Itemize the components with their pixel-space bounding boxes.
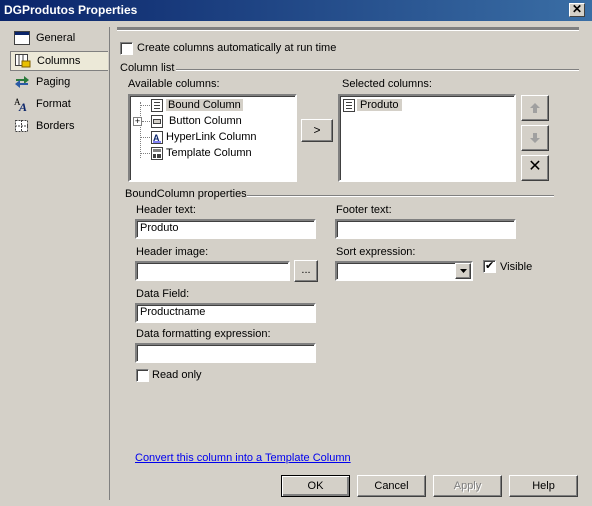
window-title: DGProdutos Properties: [4, 3, 138, 17]
sidebar-item-format[interactable]: AA Format: [10, 95, 108, 115]
sidebar-item-label: Format: [36, 98, 71, 110]
tree-branch: [140, 105, 150, 106]
sort-expression-label: Sort expression:: [336, 246, 416, 258]
sidebar: General Columns Paging AA Format Borders: [7, 27, 110, 500]
create-columns-checkbox[interactable]: [120, 42, 133, 55]
dropdown-button[interactable]: [455, 263, 471, 279]
tree-branch: [140, 153, 150, 154]
bound-column-icon: [343, 99, 355, 112]
sidebar-item-columns[interactable]: Columns: [10, 51, 108, 71]
data-field-label: Data Field:: [136, 288, 190, 300]
chevron-down-icon: [460, 269, 467, 273]
header-image-label: Header image:: [136, 246, 209, 258]
sidebar-item-borders[interactable]: Borders: [10, 117, 108, 137]
header-text-input[interactable]: Produto: [135, 219, 316, 239]
format-icon: AA: [14, 97, 27, 111]
header-image-input[interactable]: [135, 261, 290, 281]
columns-icon: [15, 54, 31, 68]
convert-template-link[interactable]: Convert this column into a Template Colu…: [135, 452, 351, 464]
tree-expander-plus-icon[interactable]: +: [133, 117, 142, 126]
data-format-input[interactable]: [135, 343, 316, 363]
column-list-divider: [176, 69, 579, 71]
bound-column-icon: [151, 99, 163, 112]
data-field-input[interactable]: Productname: [135, 303, 316, 323]
sidebar-item-label: Borders: [36, 120, 75, 132]
tree-item-label: HyperLink Column: [166, 131, 257, 143]
browse-image-button[interactable]: ...: [294, 260, 318, 282]
bound-properties-divider: [247, 195, 554, 197]
selected-columns-list[interactable]: Produto: [338, 94, 516, 182]
arrow-up-icon: [530, 103, 540, 113]
visible-label: Visible: [500, 261, 533, 273]
move-up-button[interactable]: [521, 95, 549, 121]
footer-text-label: Footer text:: [336, 204, 392, 216]
sort-expression-select[interactable]: [335, 261, 473, 281]
close-button[interactable]: ✕: [569, 3, 585, 17]
tree-item-button-column[interactable]: + Button Column: [133, 114, 290, 130]
sidebar-item-label: Paging: [36, 76, 71, 88]
tree-item-template-column[interactable]: Template Column: [140, 146, 290, 162]
bound-properties-group-label: BoundColumn properties: [125, 188, 247, 200]
selected-columns-label: Selected columns:: [342, 78, 432, 90]
help-button[interactable]: Help: [509, 475, 578, 497]
paging-icon: [15, 76, 29, 88]
available-columns-tree[interactable]: Bound Column + Button Column A HyperLink…: [128, 94, 297, 182]
arrow-down-icon: [530, 133, 540, 143]
tree-item-hyperlink-column[interactable]: A HyperLink Column: [140, 130, 290, 146]
svg-text:A: A: [18, 100, 27, 111]
sidebar-item-general[interactable]: General: [10, 29, 108, 49]
tree-branch: [142, 121, 150, 122]
hyperlink-column-icon: A: [151, 131, 163, 144]
visible-checkbox[interactable]: [483, 259, 496, 273]
header-divider: [117, 27, 579, 31]
title-bar: DGProdutos Properties ✕: [0, 0, 592, 21]
column-list-group-label: Column list: [120, 62, 175, 74]
general-icon: [14, 31, 30, 45]
borders-icon: [15, 120, 28, 132]
sidebar-item-label: General: [36, 32, 76, 44]
read-only-label: Read only: [152, 369, 202, 381]
header-text-label: Header text:: [136, 204, 196, 216]
sidebar-item-label: Columns: [37, 55, 81, 67]
read-only-checkbox[interactable]: [136, 369, 149, 382]
tree-item-bound-column[interactable]: Bound Column: [140, 98, 290, 114]
data-format-label: Data formatting expression:: [136, 328, 271, 340]
tree-item-label: Button Column: [169, 115, 242, 127]
button-column-icon: [151, 115, 163, 128]
apply-button[interactable]: Apply: [433, 475, 502, 497]
ok-button[interactable]: OK: [281, 475, 350, 497]
list-item-label: Produto: [357, 99, 402, 111]
tree-item-label: Template Column: [166, 147, 252, 159]
footer-text-input[interactable]: [335, 219, 516, 239]
sidebar-item-paging[interactable]: Paging: [10, 73, 108, 93]
tree-branch: [140, 137, 150, 138]
template-column-icon: [151, 147, 163, 160]
list-item[interactable]: Produto: [342, 98, 404, 114]
available-columns-label: Available columns:: [128, 78, 220, 90]
cancel-button[interactable]: Cancel: [357, 475, 426, 497]
create-columns-label: Create columns automatically at run time: [137, 42, 337, 54]
tree-item-label: Bound Column: [166, 99, 243, 111]
move-down-button[interactable]: [521, 125, 549, 151]
delete-column-button[interactable]: ✕: [521, 155, 549, 181]
add-column-button[interactable]: >: [301, 119, 333, 142]
